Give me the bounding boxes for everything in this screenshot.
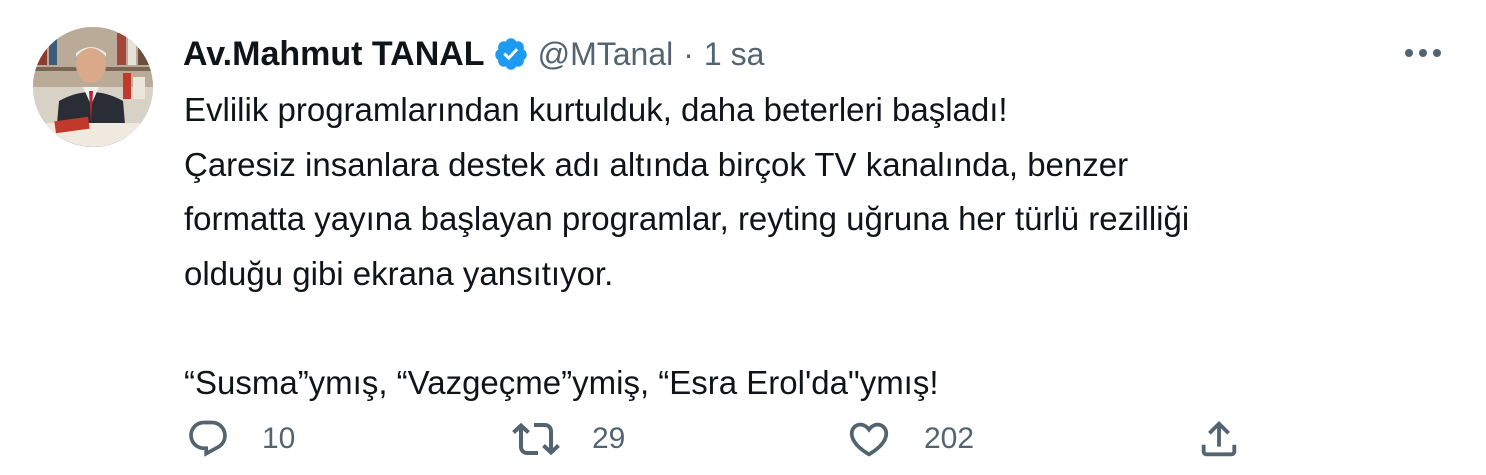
tweet-line: olduğu gibi ekrana yansıtıyor.	[184, 254, 614, 292]
retweet-icon	[512, 422, 560, 456]
heart-icon	[849, 422, 889, 457]
verified-badge-icon	[493, 36, 529, 72]
tweet-line: “Susma”ymış, “Vazgeçme”ymiş, “Esra Erol'…	[184, 363, 939, 401]
more-options-icon[interactable]	[1398, 36, 1448, 70]
share-button[interactable]	[1196, 415, 1242, 463]
retweet-button[interactable]: 29	[512, 415, 625, 463]
action-bar: 10 29 202	[0, 415, 1486, 463]
timestamp[interactable]: 1 sa	[704, 36, 764, 73]
tweet-header: Av.Mahmut TANAL @MTanal · 1 sa	[183, 30, 764, 78]
like-count: 202	[924, 422, 975, 455]
tweet-text: Evlilik programlarından kurtulduk, daha …	[184, 83, 1424, 410]
user-handle[interactable]: @MTanal	[538, 36, 674, 73]
reply-icon	[189, 420, 227, 457]
separator-dot: ·	[683, 35, 694, 72]
reply-count: 10	[262, 422, 296, 455]
tweet-line: Çaresiz insanlara destek adı altında bir…	[184, 145, 1129, 183]
avatar[interactable]	[33, 27, 153, 147]
retweet-count: 29	[592, 422, 626, 455]
dot	[1405, 49, 1413, 57]
tweet-line: Evlilik programlarından kurtulduk, daha …	[184, 91, 1008, 128]
reply-button[interactable]: 10	[186, 415, 295, 463]
like-button[interactable]: 202	[846, 415, 974, 463]
display-name[interactable]: Av.Mahmut TANAL	[183, 35, 485, 74]
tweet-line: formatta yayına başlayan programlar, rey…	[184, 200, 1190, 237]
avatar-image	[33, 27, 153, 147]
dot	[1433, 49, 1441, 57]
dot	[1419, 49, 1427, 57]
tweet-card: Av.Mahmut TANAL @MTanal · 1 sa Evlilik p…	[0, 0, 1486, 475]
share-icon	[1201, 420, 1237, 457]
